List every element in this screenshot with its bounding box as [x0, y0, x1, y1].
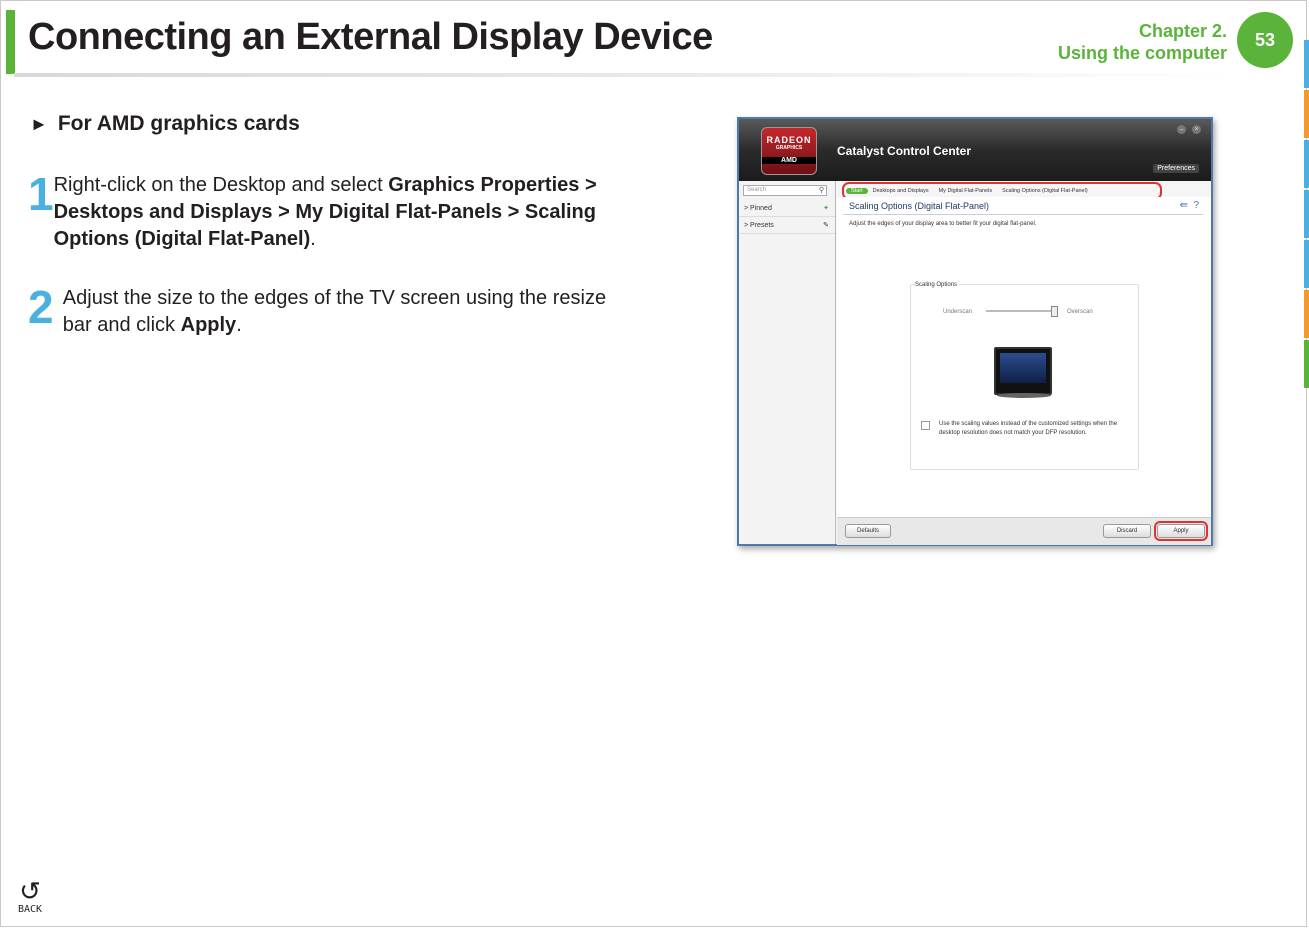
panel-description: Adjust the edges of your display area to…	[849, 221, 1037, 227]
side-tab[interactable]	[1304, 90, 1309, 138]
side-tab[interactable]	[1304, 140, 1309, 188]
side-tab[interactable]	[1304, 40, 1309, 88]
scaling-slider	[986, 306, 1058, 317]
catalyst-sidebar: Search ⚲ > Pinned ✦ > Presets ✎	[739, 181, 836, 544]
side-tab[interactable]	[1304, 190, 1309, 238]
sidebar-item-pinned: > Pinned ✦	[739, 201, 835, 217]
pin-page-icon: ⇚	[1179, 200, 1188, 211]
preferences-button: Preferences	[1153, 164, 1199, 173]
sidebar-item-label: Presets	[750, 222, 774, 229]
section-heading-text: For AMD graphics cards	[57, 112, 300, 135]
side-tab[interactable]	[1304, 340, 1309, 388]
panel-tools: ⇚ ?	[1179, 200, 1199, 211]
underscan-label: Underscan	[943, 309, 973, 315]
pin-icon: ✦	[823, 205, 829, 212]
scaling-options-group: Scaling Options Underscan Overscan Use t…	[910, 282, 1139, 470]
breadcrumb-item: Desktops and Displays	[872, 188, 929, 194]
catalyst-main-panel: Scaling Options (Digital Flat-Panel) ⇚ ?…	[837, 197, 1211, 517]
back-label: BACK	[17, 904, 43, 915]
step-text: Right-click on the Desktop and select Gr…	[54, 172, 638, 253]
slider-thumb	[1051, 306, 1058, 317]
page-title: Connecting an External Display Device	[28, 16, 713, 58]
panel-divider	[843, 214, 1203, 215]
side-tab-strip	[1304, 40, 1309, 390]
title-rule	[14, 73, 1234, 77]
sidebar-item-label: Pinned	[750, 205, 772, 212]
minimize-icon: –	[1177, 125, 1186, 134]
scaling-checkbox	[921, 421, 930, 430]
step-text-plain: Adjust the size to the edges of the TV s…	[62, 287, 607, 336]
search-placeholder: Search	[747, 187, 767, 193]
step-number: 2	[28, 281, 54, 333]
triangle-bullet-icon: ►	[30, 113, 48, 134]
apply-highlight	[1154, 521, 1208, 541]
panel-title: Scaling Options (Digital Flat-Panel)	[849, 201, 990, 211]
monitor-stand	[997, 393, 1051, 398]
search-input: Search ⚲	[743, 185, 827, 196]
group-label: Scaling Options	[915, 282, 960, 288]
section-heading: ► For AMD graphics cards	[30, 112, 300, 136]
back-button[interactable]: ↺ BACK	[14, 878, 46, 915]
checkbox-label: Use the scaling values instead of the cu…	[939, 421, 1118, 436]
breadcrumb-item: Scaling Options (Digital Flat-Panel)	[1002, 188, 1088, 194]
logo-amd: AMD	[762, 157, 816, 164]
monitor-screen	[1000, 353, 1046, 383]
close-icon: ×	[1192, 125, 1201, 134]
breadcrumb-item: My Digital Flat-Panels	[938, 188, 993, 194]
chapter-subtitle: Using the computer	[1057, 43, 1227, 63]
radeon-logo: RADEON GRAPHICS AMD	[761, 127, 817, 175]
breadcrumb-start: Start	[846, 188, 868, 194]
side-tab[interactable]	[1304, 290, 1309, 338]
help-icon: ?	[1193, 200, 1199, 211]
step-text: Adjust the size to the edges of the TV s…	[63, 285, 638, 339]
overscan-label: Overscan	[1067, 309, 1093, 315]
side-tab[interactable]	[1304, 240, 1309, 288]
chapter-number: Chapter 2.	[1138, 21, 1227, 41]
app-title: Catalyst Control Center	[837, 144, 972, 158]
step-1: 1 Right-click on the Desktop and select …	[28, 168, 638, 253]
step-text-plain: Right-click on the Desktop and select	[53, 174, 389, 196]
page-number-badge: 53	[1237, 12, 1293, 68]
preset-icon: ✎	[823, 222, 829, 229]
window-header: RADEON GRAPHICS AMD Catalyst Control Cen…	[739, 119, 1211, 181]
step-number: 1	[28, 168, 54, 220]
title-accent-bar	[6, 10, 15, 74]
back-arrow-icon: ↺	[19, 876, 41, 906]
sidebar-item-presets: > Presets ✎	[739, 218, 835, 234]
step-text-end: .	[236, 314, 242, 336]
catalyst-footer: Defaults Discard Apply	[837, 517, 1211, 545]
logo-graphics: GRAPHICS	[775, 145, 803, 151]
chapter-label[interactable]: Chapter 2. Using the computer	[1058, 20, 1227, 64]
catalyst-screenshot: RADEON GRAPHICS AMD Catalyst Control Cen…	[737, 117, 1213, 546]
discard-button: Discard	[1103, 524, 1151, 538]
logo-radeon: RADEON	[766, 135, 812, 145]
step-2: 2 Adjust the size to the edges of the TV…	[28, 281, 638, 339]
defaults-button: Defaults	[845, 524, 891, 538]
search-icon: ⚲	[818, 187, 824, 194]
step-text-end: .	[310, 228, 316, 250]
window-controls: – ×	[1177, 125, 1201, 134]
step-text-bold: Apply	[180, 314, 237, 336]
monitor-icon	[994, 347, 1052, 395]
